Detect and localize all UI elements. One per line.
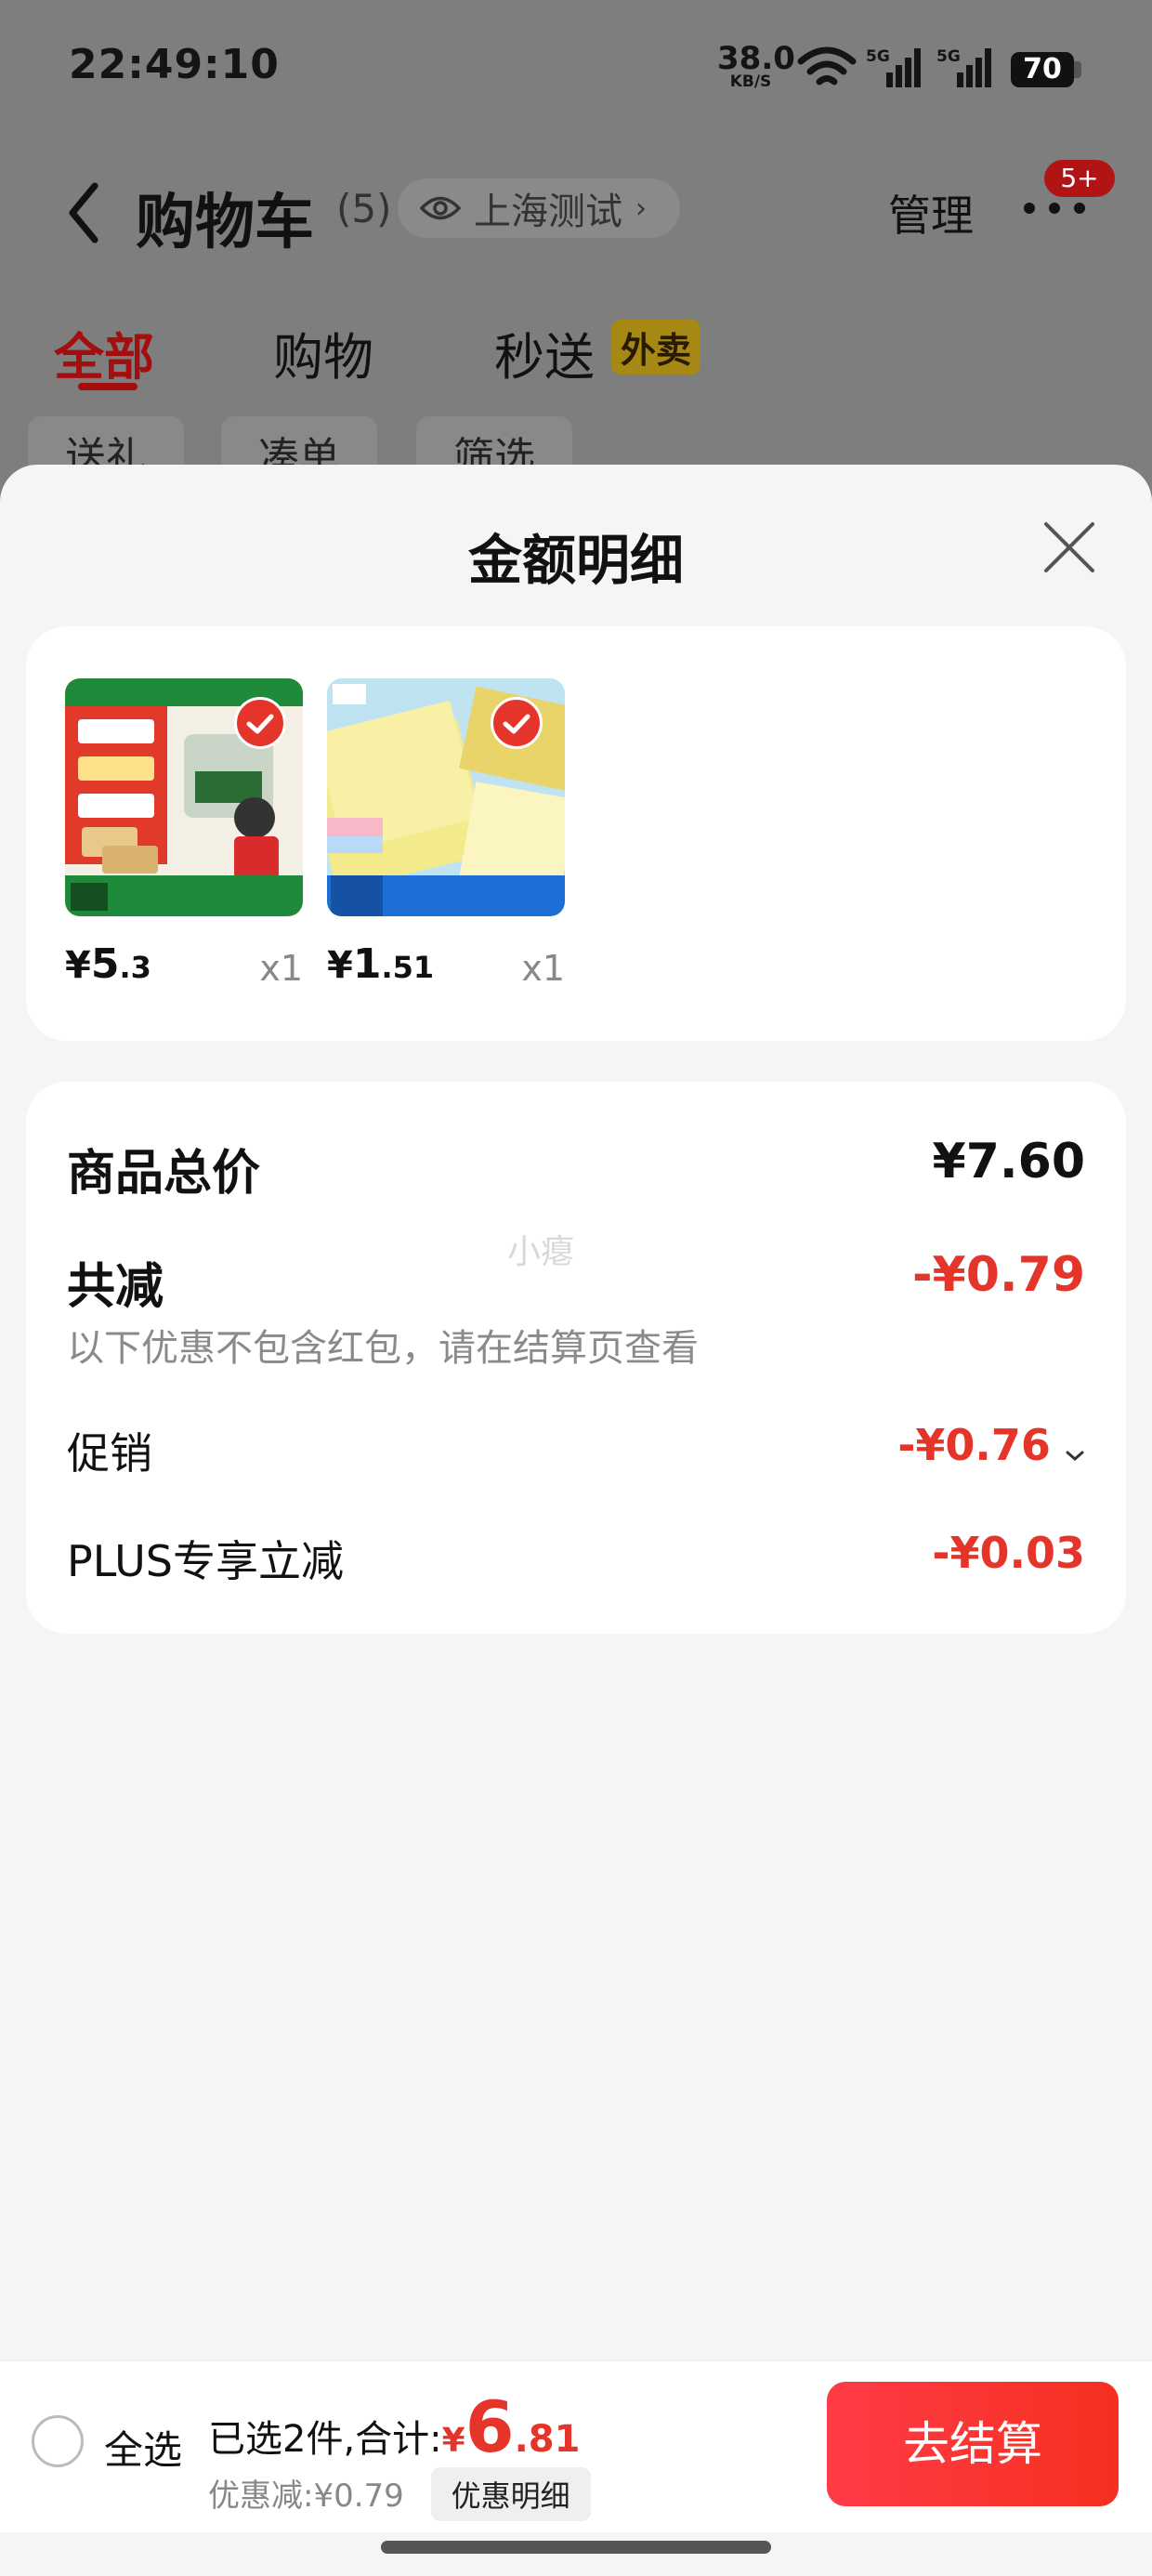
tab-all[interactable]: 全部 (54, 316, 154, 389)
discount-text: 优惠减:¥0.79 (208, 2477, 404, 2515)
selected-check-icon (491, 697, 543, 749)
page-title: 购物车 (136, 189, 314, 257)
product-image-sticky-notes[interactable] (327, 678, 565, 916)
total-currency: ¥ (441, 2422, 465, 2460)
price-currency: ¥ (65, 944, 91, 987)
total-integer: 6 (465, 2385, 515, 2468)
products-card: ¥5.3 x1 ¥1.51 x1 (26, 626, 1126, 1041)
tab-active-indicator (78, 383, 137, 390)
product-price: ¥5.3 (65, 940, 151, 988)
net-speed: 38.0 KB/S (717, 40, 795, 90)
price-decimal: .3 (119, 950, 151, 985)
home-indicator[interactable] (381, 2541, 771, 2554)
checkout-bar: 全选 已选2件,合计:¥6.81 优惠减:¥0.79 优惠明细 去结算 (0, 2360, 1152, 2532)
location-label: 上海测试 (474, 191, 622, 233)
waimai-tag: 外卖 (611, 320, 701, 375)
more-icon[interactable] (1020, 199, 1089, 217)
total-decimal: .81 (514, 2418, 581, 2461)
amount-detail-sheet: 金额明细 ¥5.3 x1 ¥1.51 x1 商品总价 ¥7.60 小瘪 共减 -… (0, 465, 1152, 2576)
total-price-row: 商品总价 ¥7.60 (67, 1134, 1085, 1202)
product-quantity: x1 (259, 948, 303, 989)
plus-reduce-label: PLUS专享立减 (67, 1536, 344, 1586)
reduce-note: 以下优惠不包含红包，请在结算页查看 (67, 1327, 699, 1370)
back-arrow-icon[interactable] (65, 180, 102, 245)
wifi-icon (797, 46, 857, 85)
total-reduce-value: -¥0.79 (911, 1247, 1085, 1303)
sheet-title: 金额明细 (467, 529, 684, 592)
chevron-right-icon: › (635, 191, 647, 225)
close-icon[interactable] (1042, 520, 1096, 574)
manage-button[interactable]: 管理 (888, 182, 974, 243)
tab-shopping[interactable]: 购物 (273, 316, 373, 389)
eye-icon (420, 196, 461, 220)
net-speed-value: 38.0 (717, 40, 795, 77)
price-integer: 1 (352, 940, 382, 988)
plus-reduce-row: PLUS专享立减 -¥0.03 (67, 1528, 1085, 1587)
product-price: ¥1.51 (327, 940, 434, 988)
discount-detail-button[interactable]: 优惠明细 (430, 2467, 591, 2521)
promo-row[interactable]: 促销 -¥0.76 (67, 1420, 1085, 1479)
product-price-row: ¥5.3 x1 (65, 940, 303, 996)
total-line: 已选2件,合计:¥6.81 (208, 2385, 580, 2468)
cart-count: (5) (336, 186, 392, 231)
promo-value-group[interactable]: -¥0.76 (897, 1420, 1085, 1470)
total-price-value: ¥7.60 (932, 1134, 1085, 1189)
signal-5g-icon: 5G (866, 47, 921, 87)
product-price-row: ¥1.51 x1 (327, 940, 565, 996)
total-reduce-label: 共减 (67, 1259, 164, 1315)
selected-count-text: 已选2件,合计: (208, 2418, 442, 2461)
select-all-label[interactable]: 全选 (104, 2419, 182, 2476)
tab-express[interactable]: 秒送 (494, 316, 595, 389)
product-quantity: x1 (521, 948, 565, 989)
price-summary-card: 商品总价 ¥7.60 小瘪 共减 -¥0.79 以下优惠不包含红包，请在结算页查… (26, 1082, 1126, 1634)
price-integer: 5 (90, 940, 120, 988)
discount-line: 优惠减:¥0.79 优惠明细 (208, 2467, 591, 2521)
selected-check-icon (234, 697, 286, 749)
price-decimal: .51 (381, 950, 435, 985)
battery-tip (1074, 61, 1081, 78)
total-reduce-row: 共减 -¥0.79 (67, 1247, 1085, 1315)
product-item[interactable]: ¥1.51 x1 (327, 678, 565, 989)
select-all-checkbox[interactable] (32, 2415, 84, 2467)
battery-icon: 70 (1011, 52, 1074, 87)
product-image-biscuits[interactable] (65, 678, 303, 916)
signal-label: 5G (866, 47, 890, 66)
total-price-label: 商品总价 (67, 1146, 261, 1202)
status-bar: 22:49:10 38.0 KB/S 5G 5G 70 (0, 0, 1152, 139)
promo-label: 促销 (67, 1428, 152, 1479)
location-pill[interactable]: 上海测试 › (398, 178, 680, 238)
product-item[interactable]: ¥5.3 x1 (65, 678, 303, 989)
plus-reduce-value: -¥0.03 (932, 1528, 1085, 1578)
status-time: 22:49:10 (69, 41, 280, 88)
message-badge: 5+ (1044, 160, 1115, 197)
signal-label-2: 5G (936, 47, 961, 66)
checkout-button[interactable]: 去结算 (827, 2382, 1119, 2506)
signal-5g-icon-2: 5G (936, 47, 991, 87)
promo-value: -¥0.76 (897, 1420, 1051, 1470)
chevron-down-icon[interactable] (1065, 1450, 1085, 1463)
price-currency: ¥ (327, 944, 353, 987)
